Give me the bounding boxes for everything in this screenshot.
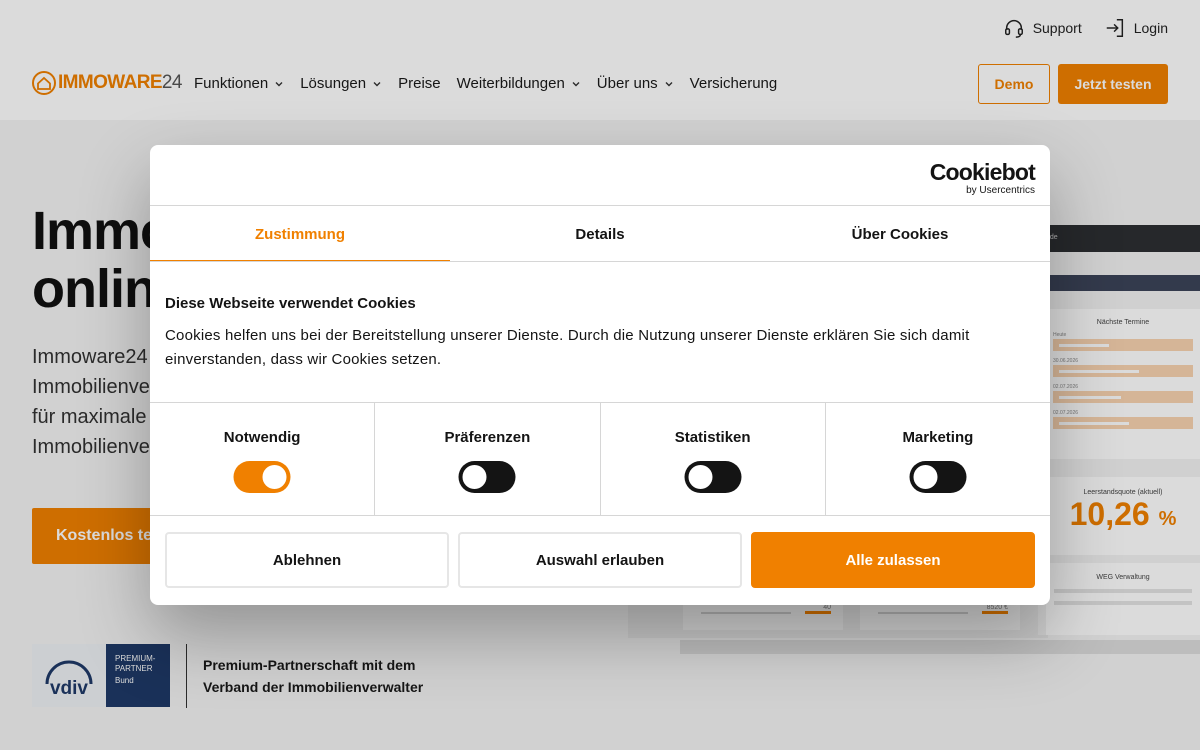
category-marketing: Marketing xyxy=(826,403,1050,515)
cookie-consent-dialog: Cookiebot by Usercentrics Zustimmung Det… xyxy=(150,145,1050,605)
toggle-knob xyxy=(262,465,287,489)
cookiebot-sub: by Usercentrics xyxy=(966,185,1035,196)
dialog-title: Diese Webseite verwendet Cookies xyxy=(165,295,416,312)
dialog-actions: Ablehnen Auswahl erlauben Alle zulassen xyxy=(165,532,1035,588)
reject-button[interactable]: Ablehnen xyxy=(165,532,449,588)
toggle-knob xyxy=(462,465,487,489)
category-label: Notwendig xyxy=(223,429,301,446)
category-praeferenzen: Präferenzen xyxy=(375,403,601,515)
category-label: Marketing xyxy=(902,429,974,446)
consent-categories: Notwendig Präferenzen Statistiken Market… xyxy=(150,402,1050,516)
dialog-body: Cookies helfen uns bei der Bereitstellun… xyxy=(165,327,970,368)
toggle-knob xyxy=(688,465,713,489)
toggle-statistiken[interactable] xyxy=(684,461,742,493)
cookiebot-wordmark: Cookiebot xyxy=(929,159,1036,185)
tab-details[interactable]: Details xyxy=(450,206,750,262)
category-label: Statistiken xyxy=(674,429,751,446)
toggle-notwendig[interactable] xyxy=(233,461,291,493)
toggle-marketing[interactable] xyxy=(909,461,967,493)
tab-ueber-cookies[interactable]: Über Cookies xyxy=(750,206,1050,262)
allow-all-button[interactable]: Alle zulassen xyxy=(751,532,1035,588)
cookiebot-logo: Cookiebot by Usercentrics xyxy=(929,159,1036,197)
category-notwendig: Notwendig xyxy=(150,403,376,515)
dialog-tabs: Zustimmung Details Über Cookies xyxy=(150,206,1050,262)
allow-selection-button[interactable]: Auswahl erlauben xyxy=(458,532,742,588)
tab-zustimmung[interactable]: Zustimmung xyxy=(150,206,450,262)
dialog-divider xyxy=(150,261,1050,262)
toggle-knob xyxy=(913,465,938,489)
toggle-praeferenzen[interactable] xyxy=(458,461,516,493)
category-label: Präferenzen xyxy=(444,429,531,446)
category-statistiken: Statistiken xyxy=(601,403,826,515)
